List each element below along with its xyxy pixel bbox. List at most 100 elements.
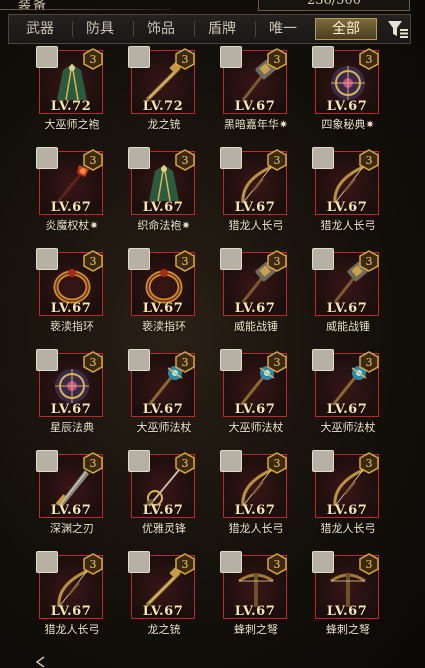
rarity-badge-icon: 3 bbox=[175, 452, 195, 474]
item-name: 亵渎指环 bbox=[27, 318, 117, 334]
item-card[interactable]: 3 LV.72 龙之铳 bbox=[128, 46, 197, 131]
item-level: LV.67 bbox=[142, 604, 184, 619]
item-card[interactable]: 3 LV.67 亵渎指环 bbox=[128, 248, 197, 333]
item-card[interactable]: 3 LV.67 猎龙人长弓 bbox=[220, 450, 289, 535]
item-card[interactable]: 3 LV.67 亵渎指环 bbox=[36, 248, 105, 333]
item-card[interactable]: 3 LV.67 织命法袍✷ bbox=[128, 147, 197, 232]
item-card[interactable]: 3 LV.67 威能战锤 bbox=[312, 248, 381, 333]
rarity-badge-value: 3 bbox=[90, 356, 97, 369]
rarity-badge-icon: 3 bbox=[83, 149, 103, 171]
item-card[interactable]: 3 LV.67 黑暗嘉年华✷ bbox=[220, 46, 289, 131]
rarity-badge-icon: 3 bbox=[359, 48, 379, 70]
rarity-badge-value: 3 bbox=[274, 356, 281, 369]
hero-portrait-icon bbox=[312, 450, 334, 472]
item-name-text: 星辰法典 bbox=[50, 421, 94, 434]
special-mark-icon: ✷ bbox=[181, 219, 191, 232]
rarity-badge-value: 3 bbox=[182, 255, 189, 268]
item-card[interactable]: 3 LV.67 炎魔权杖✷ bbox=[36, 147, 105, 232]
rarity-badge-value: 3 bbox=[274, 154, 281, 167]
item-card[interactable]: 3 LV.67 大巫师法杖 bbox=[128, 349, 197, 434]
rarity-badge-icon: 3 bbox=[359, 351, 379, 373]
item-name: 猎龙人长弓 bbox=[211, 217, 301, 233]
item-level: LV.67 bbox=[326, 301, 368, 316]
item-name-text: 猎龙人长弓 bbox=[320, 522, 376, 535]
hero-portrait-icon bbox=[36, 46, 58, 68]
hero-portrait-icon bbox=[128, 450, 150, 472]
rarity-badge-value: 3 bbox=[274, 53, 281, 66]
item-level: LV.67 bbox=[326, 99, 368, 114]
item-name-text: 蜂刺之弩 bbox=[326, 623, 370, 636]
item-name: 威能战锤 bbox=[303, 318, 393, 334]
item-name: 蜂刺之弩 bbox=[211, 621, 301, 637]
special-mark-icon: ✷ bbox=[278, 118, 289, 131]
item-name-text: 威能战锤 bbox=[234, 320, 278, 333]
rarity-badge-icon: 3 bbox=[83, 553, 103, 575]
item-name: 龙之铳 bbox=[119, 621, 209, 637]
hero-portrait-icon bbox=[220, 349, 242, 371]
item-level: LV.67 bbox=[50, 503, 92, 518]
item-name: 大巫师法杖 bbox=[211, 419, 301, 435]
hero-portrait-icon bbox=[220, 450, 242, 472]
hero-portrait-icon bbox=[312, 551, 334, 573]
item-name: 龙之铳 bbox=[119, 116, 209, 132]
item-card[interactable]: 3 LV.67 龙之铳 bbox=[128, 551, 197, 636]
item-level: LV.67 bbox=[234, 301, 276, 316]
item-card[interactable]: 3 LV.67 优雅灵锋 bbox=[128, 450, 197, 535]
rarity-badge-value: 3 bbox=[90, 558, 97, 571]
item-grid: 3 LV.72 大巫师之袍 3 LV.72 龙之铳 3 LV.67 黑暗嘉年华✷ 3 LV.67 四象… bbox=[0, 0, 425, 668]
item-card[interactable]: 3 LV.67 猎龙人长弓 bbox=[36, 551, 105, 636]
item-name-text: 蜂刺之弩 bbox=[234, 623, 278, 636]
rarity-badge-icon: 3 bbox=[267, 351, 287, 373]
item-level: LV.67 bbox=[50, 402, 92, 417]
item-card[interactable]: 3 LV.67 蜂刺之弩 bbox=[220, 551, 289, 636]
hero-portrait-icon bbox=[128, 551, 150, 573]
item-level: LV.67 bbox=[142, 200, 184, 215]
rarity-badge-icon: 3 bbox=[175, 48, 195, 70]
rarity-badge-value: 3 bbox=[182, 558, 189, 571]
item-card[interactable]: 3 LV.67 猎龙人长弓 bbox=[220, 147, 289, 232]
item-level: LV.67 bbox=[50, 200, 92, 215]
rarity-badge-icon: 3 bbox=[175, 351, 195, 373]
hero-portrait-icon bbox=[128, 248, 150, 270]
item-name-text: 猎龙人长弓 bbox=[44, 623, 100, 636]
item-card[interactable]: 3 LV.67 四象秘典✷ bbox=[312, 46, 381, 131]
item-card[interactable]: 3 LV.67 大巫师法杖 bbox=[312, 349, 381, 434]
item-level: LV.67 bbox=[50, 301, 92, 316]
item-card[interactable]: 3 LV.67 猎龙人长弓 bbox=[312, 147, 381, 232]
item-name: 黑暗嘉年华✷ bbox=[211, 116, 301, 132]
rarity-badge-icon: 3 bbox=[267, 250, 287, 272]
item-card[interactable]: 3 LV.67 大巫师法杖 bbox=[220, 349, 289, 434]
item-level: LV.67 bbox=[50, 604, 92, 619]
rarity-badge-value: 3 bbox=[366, 558, 373, 571]
item-level: LV.67 bbox=[142, 503, 184, 518]
item-card[interactable]: 3 LV.67 蜂刺之弩 bbox=[312, 551, 381, 636]
rarity-badge-icon: 3 bbox=[267, 452, 287, 474]
item-card[interactable]: 3 LV.72 大巫师之袍 bbox=[36, 46, 105, 131]
item-card[interactable]: 3 LV.67 星辰法典 bbox=[36, 349, 105, 434]
rarity-badge-icon: 3 bbox=[359, 452, 379, 474]
hero-portrait-icon bbox=[36, 147, 58, 169]
item-level: LV.67 bbox=[326, 604, 368, 619]
rarity-badge-value: 3 bbox=[90, 154, 97, 167]
item-name: 大巫师法杖 bbox=[303, 419, 393, 435]
rarity-badge-value: 3 bbox=[366, 356, 373, 369]
item-name: 四象秘典✷ bbox=[303, 116, 393, 132]
item-level: LV.67 bbox=[326, 200, 368, 215]
back-arrow-icon[interactable] bbox=[34, 656, 48, 668]
item-name-text: 龙之铳 bbox=[147, 118, 181, 131]
hero-portrait-icon bbox=[312, 248, 334, 270]
item-name-text: 猎龙人长弓 bbox=[320, 219, 376, 232]
item-card[interactable]: 3 LV.67 猎龙人长弓 bbox=[312, 450, 381, 535]
item-card[interactable]: 3 LV.67 威能战锤 bbox=[220, 248, 289, 333]
item-level: LV.72 bbox=[142, 99, 184, 114]
item-card[interactable]: 3 LV.67 深渊之刃 bbox=[36, 450, 105, 535]
rarity-badge-value: 3 bbox=[182, 457, 189, 470]
rarity-badge-value: 3 bbox=[90, 457, 97, 470]
rarity-badge-value: 3 bbox=[274, 457, 281, 470]
item-name-text: 深渊之刃 bbox=[50, 522, 94, 535]
rarity-badge-icon: 3 bbox=[267, 48, 287, 70]
item-name: 深渊之刃 bbox=[27, 520, 117, 536]
rarity-badge-value: 3 bbox=[182, 356, 189, 369]
item-name: 大巫师法杖 bbox=[119, 419, 209, 435]
rarity-badge-icon: 3 bbox=[83, 48, 103, 70]
